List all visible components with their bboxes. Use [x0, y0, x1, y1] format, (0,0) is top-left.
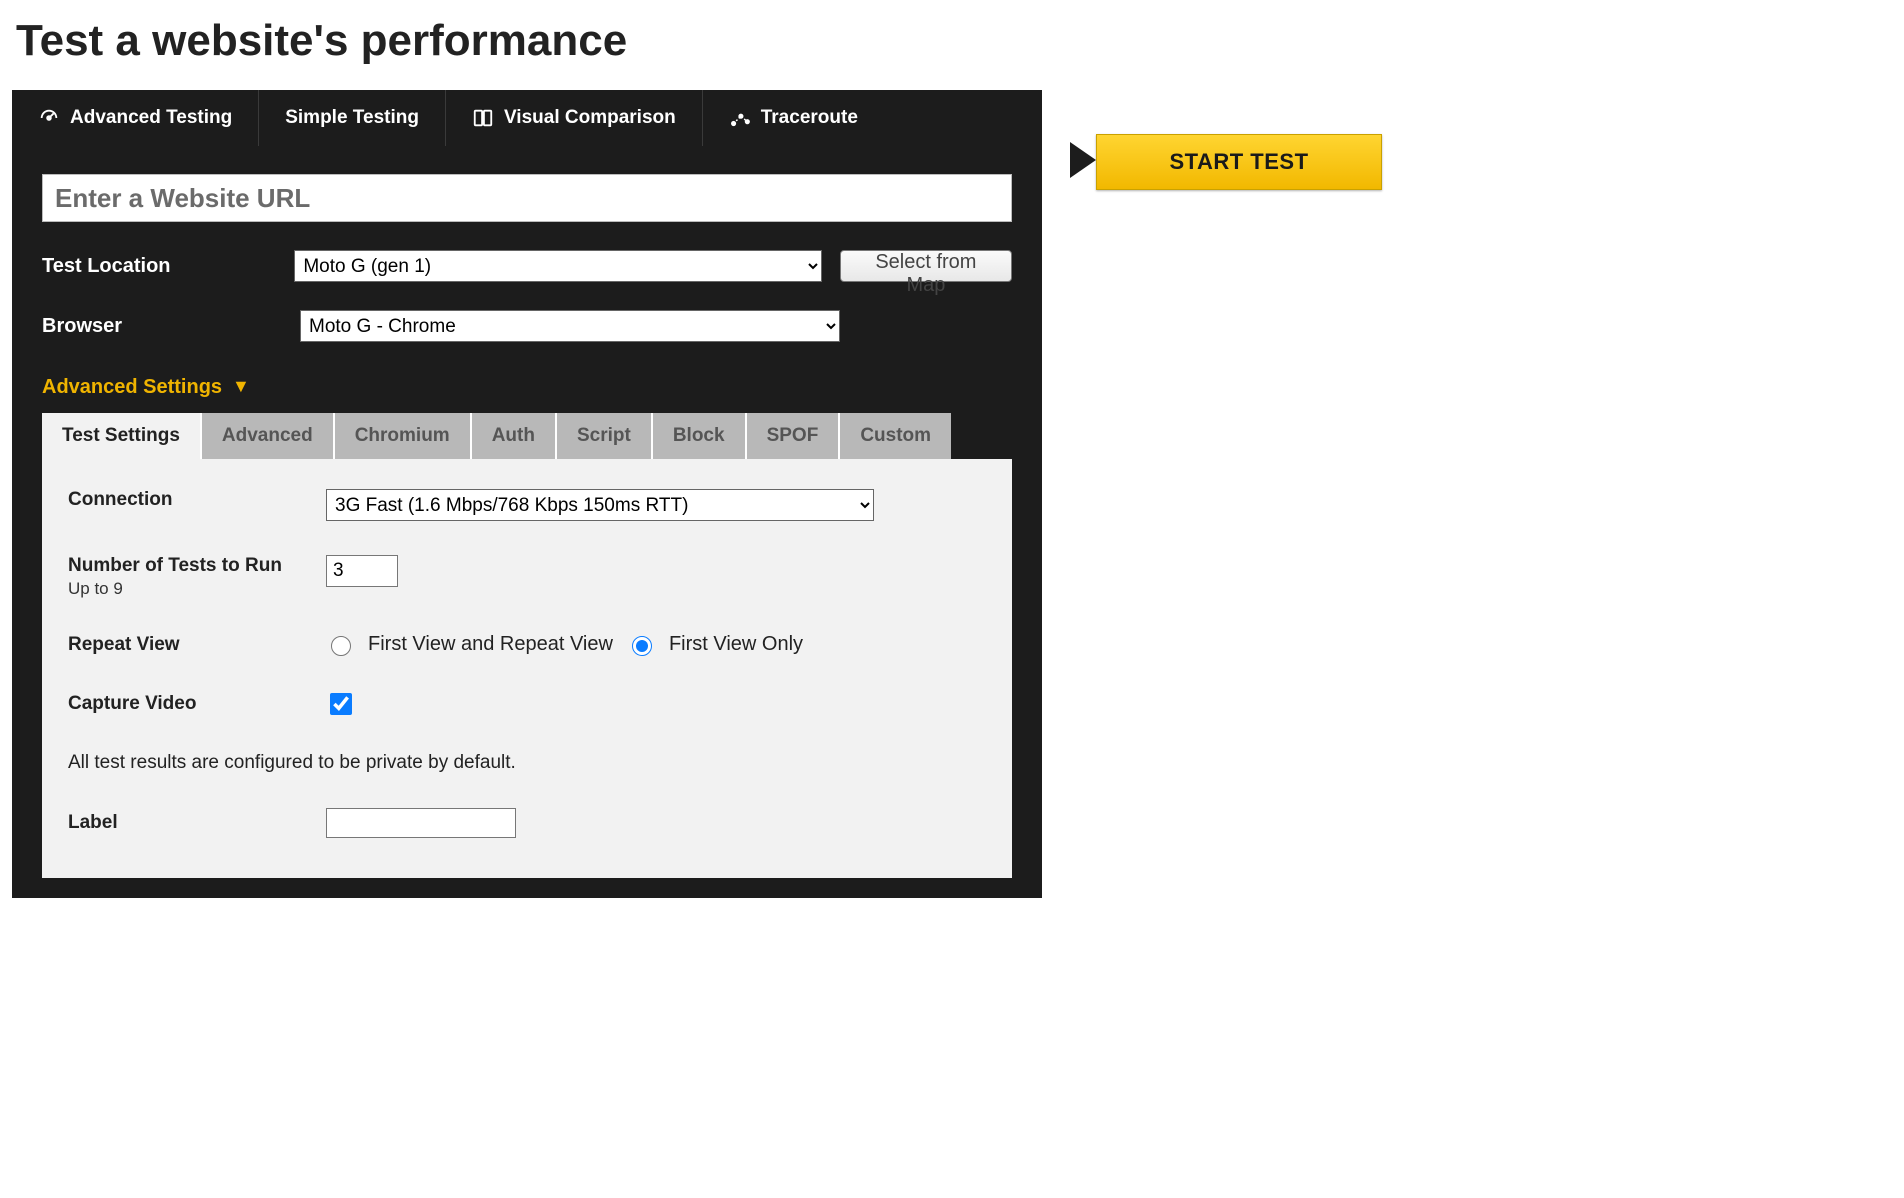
connection-label: Connection	[68, 489, 308, 511]
test-location-label: Test Location	[42, 255, 276, 278]
tab-advanced-testing[interactable]: Advanced Testing	[12, 90, 259, 146]
runs-label: Number of Tests to Run	[68, 555, 308, 577]
tab-test-settings[interactable]: Test Settings	[42, 413, 202, 459]
tab-chromium[interactable]: Chromium	[335, 413, 472, 459]
repeat-view-both-radio[interactable]	[331, 636, 351, 656]
repeat-view-label: Repeat View	[68, 634, 308, 656]
advanced-settings-label: Advanced Settings	[42, 376, 222, 399]
tab-spof[interactable]: SPOF	[747, 413, 841, 459]
capture-video-checkbox[interactable]	[330, 693, 352, 715]
capture-video-label: Capture Video	[68, 693, 308, 715]
tab-label: Visual Comparison	[504, 107, 676, 129]
start-test-button[interactable]: START TEST	[1096, 134, 1382, 190]
private-note: All test results are configured to be pr…	[68, 752, 986, 774]
mode-nav: Advanced Testing Simple Testing Visual C…	[12, 90, 1042, 146]
caret-down-icon: ▼	[232, 376, 250, 397]
runs-hint: Up to 9	[68, 579, 308, 599]
tab-label: Simple Testing	[285, 107, 419, 129]
start-arrow-icon	[1070, 142, 1096, 178]
test-form: Advanced Testing Simple Testing Visual C…	[12, 90, 1042, 898]
gauge-icon	[38, 107, 60, 129]
tab-label: Advanced Testing	[70, 107, 232, 129]
connection-select[interactable]: 3G Fast (1.6 Mbps/768 Kbps 150ms RTT)	[326, 489, 874, 521]
tab-script[interactable]: Script	[557, 413, 653, 459]
tab-label: Traceroute	[761, 107, 858, 129]
tab-visual-comparison[interactable]: Visual Comparison	[446, 90, 703, 146]
page-title: Test a website's performance	[16, 16, 1892, 66]
browser-select[interactable]: Moto G - Chrome	[300, 310, 840, 342]
repeat-view-first-radio[interactable]	[632, 636, 652, 656]
tab-auth[interactable]: Auth	[472, 413, 557, 459]
tab-traceroute[interactable]: Traceroute	[703, 90, 884, 146]
tab-simple-testing[interactable]: Simple Testing	[259, 90, 446, 146]
label-field-label: Label	[68, 812, 308, 834]
tab-custom[interactable]: Custom	[840, 413, 951, 459]
tab-advanced[interactable]: Advanced	[202, 413, 335, 459]
tab-block[interactable]: Block	[653, 413, 747, 459]
test-settings-panel: Connection 3G Fast (1.6 Mbps/768 Kbps 15…	[42, 459, 1012, 878]
select-from-map-button[interactable]: Select from Map	[840, 250, 1012, 282]
traceroute-icon	[729, 107, 751, 129]
label-input[interactable]	[326, 808, 516, 838]
browser-label: Browser	[42, 315, 282, 338]
runs-input[interactable]	[326, 555, 398, 587]
compare-icon	[472, 107, 494, 129]
settings-tabs: Test Settings Advanced Chromium Auth Scr…	[42, 413, 1012, 459]
advanced-settings-toggle[interactable]: Advanced Settings ▼	[42, 376, 250, 399]
repeat-view-both-text: First View and Repeat View	[368, 633, 613, 656]
repeat-view-first-text: First View Only	[669, 633, 803, 656]
url-input[interactable]	[42, 174, 1012, 222]
test-location-select[interactable]: Moto G (gen 1)	[294, 250, 821, 282]
